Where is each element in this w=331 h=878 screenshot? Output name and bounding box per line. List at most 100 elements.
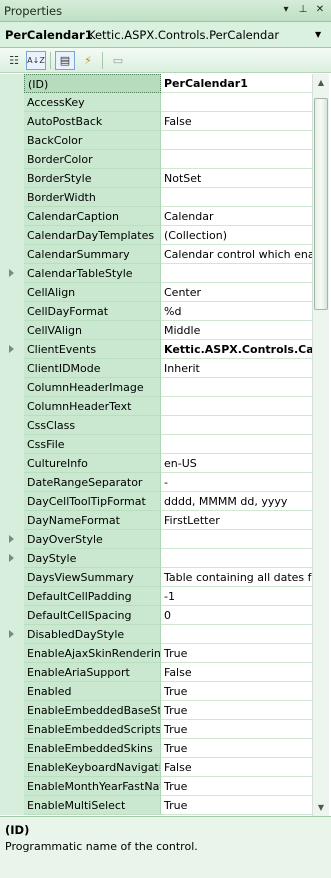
property-row[interactable]: CalendarDayTemplates (Collection) [0,226,312,245]
close-icon[interactable]: ✕ [313,3,327,17]
property-name[interactable]: DayStyle [24,549,161,568]
properties-button[interactable]: ▤ [55,51,75,70]
property-value[interactable]: True [161,720,312,739]
scroll-down-icon[interactable]: ▼ [313,799,329,816]
property-name[interactable]: ColumnHeaderText [24,397,161,416]
property-row[interactable]: DefaultCellPadding -1 [0,587,312,606]
scroll-up-icon[interactable]: ▲ [313,74,329,91]
property-value[interactable]: Center [161,283,312,302]
property-name[interactable]: DateRangeSeparator [24,473,161,492]
property-row[interactable]: CellDayFormat %d [0,302,312,321]
property-value[interactable]: - [161,473,312,492]
property-value[interactable]: True [161,796,312,815]
property-name[interactable]: DaysViewSummary [24,568,161,587]
property-value[interactable]: Calendar control which enal [161,245,312,264]
property-row[interactable]: EnableEmbeddedBaseSty True [0,701,312,720]
property-value[interactable]: %d [161,302,312,321]
property-value[interactable] [161,549,312,568]
property-value[interactable]: False [161,663,312,682]
expand-arrow-icon[interactable] [9,630,14,638]
property-name[interactable]: EnableAriaSupport [24,663,161,682]
property-row[interactable]: BorderColor [0,150,312,169]
property-value[interactable]: NotSet [161,169,312,188]
property-row[interactable]: ClientEventsKettic.ASPX.Controls.Calen [0,340,312,359]
property-value[interactable] [161,530,312,549]
property-name[interactable]: AutoPostBack [24,112,161,131]
property-row[interactable]: AutoPostBack False [0,112,312,131]
property-value[interactable] [161,264,312,283]
property-name[interactable]: BackColor [24,131,161,150]
expand-arrow-icon[interactable] [9,345,14,353]
property-row[interactable]: DisabledDayStyle [0,625,312,644]
property-name[interactable]: CellAlign [24,283,161,302]
property-value[interactable] [161,150,312,169]
property-value[interactable]: FirstLetter [161,511,312,530]
property-name[interactable]: CultureInfo [24,454,161,473]
scrollbar-thumb[interactable] [314,98,328,310]
alphabetical-button[interactable]: A↓Z [26,51,46,70]
property-value[interactable]: en-US [161,454,312,473]
property-name[interactable]: BorderColor [24,150,161,169]
property-value[interactable]: PerCalendar1 [161,74,312,93]
property-row[interactable]: EnableKeyboardNavigatic False [0,758,312,777]
chevron-down-icon[interactable]: ▼ [315,29,325,41]
property-name[interactable]: DefaultCellSpacing [24,606,161,625]
property-row[interactable]: CultureInfo en-US [0,454,312,473]
property-value[interactable] [161,93,312,112]
property-name[interactable]: ClientIDMode [24,359,161,378]
property-value[interactable]: True [161,644,312,663]
property-value[interactable]: False [161,758,312,777]
property-name[interactable]: CalendarTableStyle [24,264,161,283]
property-row[interactable]: BorderWidth [0,188,312,207]
property-value[interactable]: -1 [161,587,312,606]
property-name[interactable]: DayOverStyle [24,530,161,549]
property-row[interactable]: CellAlign Center [0,283,312,302]
property-value[interactable]: Kettic.ASPX.Controls.Calen [161,340,312,359]
property-name[interactable]: DayNameFormat [24,511,161,530]
property-row[interactable]: CellVAlign Middle [0,321,312,340]
property-row[interactable]: (ID) PerCalendar1 [0,74,312,93]
property-value[interactable] [161,435,312,454]
property-name[interactable]: DayCellToolTipFormat [24,492,161,511]
property-value[interactable]: True [161,777,312,796]
property-value[interactable]: Table containing all dates fo [161,568,312,587]
property-value[interactable]: (Collection) [161,226,312,245]
property-name[interactable]: (ID) [24,74,161,93]
property-value[interactable]: True [161,739,312,758]
property-name[interactable]: CalendarCaption [24,207,161,226]
property-value[interactable]: False [161,112,312,131]
property-name[interactable]: EnableEmbeddedScripts [24,720,161,739]
property-row[interactable]: DateRangeSeparator - [0,473,312,492]
property-row[interactable]: BackColor [0,131,312,150]
property-name[interactable]: CellDayFormat [24,302,161,321]
property-value[interactable] [161,131,312,150]
property-value[interactable]: Inherit [161,359,312,378]
property-row[interactable]: BorderStyle NotSet [0,169,312,188]
property-name[interactable]: EnableKeyboardNavigatic [24,758,161,777]
property-value[interactable]: dddd, MMMM dd, yyyy [161,492,312,511]
property-name[interactable]: ColumnHeaderImage [24,378,161,397]
property-row[interactable]: EnableMultiSelect True [0,796,312,815]
property-name[interactable]: CellVAlign [24,321,161,340]
property-name[interactable]: CssFile [24,435,161,454]
property-row[interactable]: Enabled True [0,682,312,701]
property-value[interactable] [161,397,312,416]
property-name[interactable]: Enabled [24,682,161,701]
property-value[interactable]: Middle [161,321,312,340]
categorized-button[interactable]: ☷ [4,51,24,70]
events-button[interactable]: ⚡ [78,51,98,70]
property-row[interactable]: DayCellToolTipFormat dddd, MMMM dd, yyyy [0,492,312,511]
property-value[interactable]: True [161,682,312,701]
property-name[interactable]: EnableMultiSelect [24,796,161,815]
property-row[interactable]: AccessKey [0,93,312,112]
property-value[interactable]: True [161,701,312,720]
expand-arrow-icon[interactable] [9,535,14,543]
property-row[interactable]: CalendarTableStyle [0,264,312,283]
property-value[interactable] [161,625,312,644]
property-value[interactable]: Calendar [161,207,312,226]
property-name[interactable]: EnableMonthYearFastNav [24,777,161,796]
property-row[interactable]: EnableEmbeddedSkins True [0,739,312,758]
property-name[interactable]: DefaultCellPadding [24,587,161,606]
property-name[interactable]: CssClass [24,416,161,435]
expand-arrow-icon[interactable] [9,269,14,277]
